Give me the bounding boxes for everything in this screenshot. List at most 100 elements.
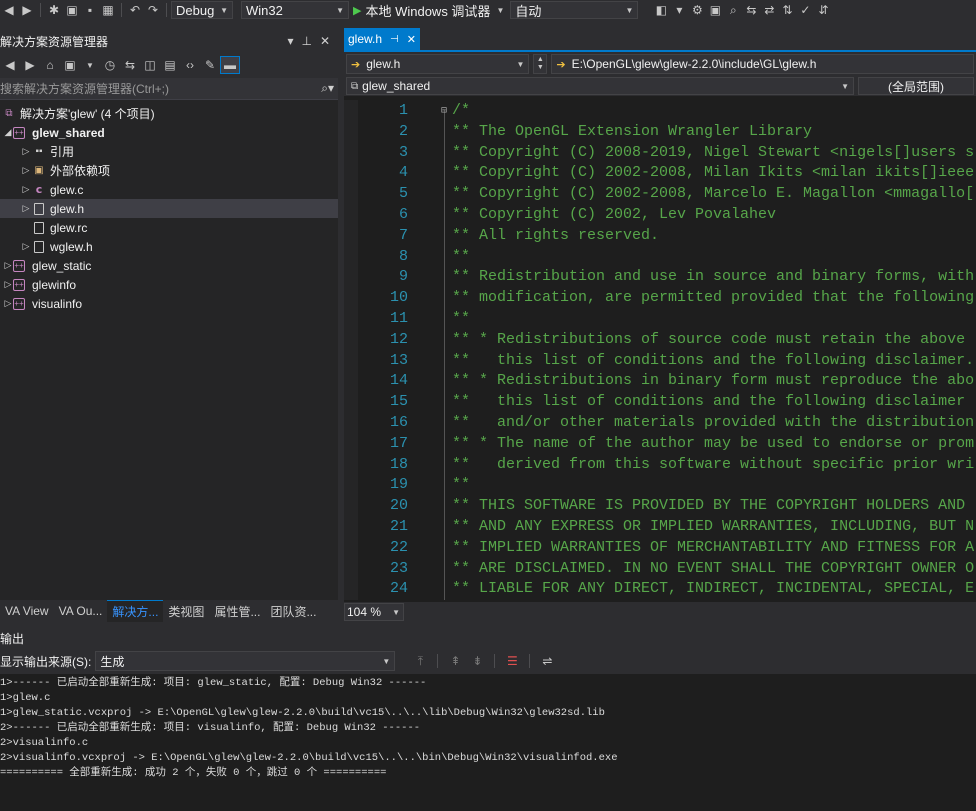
expand-right-icon[interactable]: ▷ (2, 260, 14, 271)
tab-solution-explorer[interactable]: 解决方... (107, 600, 164, 622)
global-scope-dropdown[interactable]: (全局范围) (858, 77, 974, 95)
code-line[interactable]: 1 ⊟/* (344, 100, 976, 121)
tool-icon[interactable]: ⚙ (688, 1, 706, 19)
solution-search-input[interactable]: 搜索解决方案资源管理器(Ctrl+;) ⌕▾ (0, 78, 338, 100)
forward-icon[interactable]: ▶ (20, 56, 40, 74)
code-line[interactable]: 24 ** LIABLE FOR ANY DIRECT, INDIRECT, IN… (344, 578, 976, 599)
search-icon[interactable]: ⌕▾ (321, 81, 334, 96)
code-line[interactable]: 16 ** and/or other materials provided wit… (344, 412, 976, 433)
code-line[interactable]: 12 ** * Redistributions of source code mu… (344, 329, 976, 350)
zoom-dropdown[interactable]: 104 % ▼ (344, 603, 404, 621)
code-line[interactable]: 5 ** Copyright (C) 2002-2008, Marcelo E. … (344, 183, 976, 204)
tree-item-refs[interactable]: ▷ ▪▪ 引用 (0, 142, 338, 161)
tool-icon[interactable]: ⌕ (724, 1, 742, 19)
code-line[interactable]: 10 ** modification, are permitted provide… (344, 287, 976, 308)
path-dropdown[interactable]: ➔ E:\OpenGL\glew\glew-2.2.0\include\GL\g… (551, 54, 974, 74)
tree-item-project-glew-shared[interactable]: ◢ ++ glew_shared (0, 123, 338, 142)
code-area[interactable]: 1 ⊟/* 2 ** The OpenGL Extension Wrangler Li… (344, 100, 976, 600)
tree-item-solution[interactable]: ⧉ 解决方案'glew' (4 个项目) (0, 104, 338, 123)
tab-va-view[interactable]: VA View (0, 600, 54, 622)
run-mode-dropdown[interactable]: 自动 ▼ (510, 1, 639, 19)
clear-all-icon[interactable]: ☰ (503, 652, 521, 670)
code-line[interactable]: 3 ** Copyright (C) 2008-2019, Nigel Stewa… (344, 142, 976, 163)
tree-item-project-visualinfo[interactable]: ▷ ++ visualinfo (0, 294, 338, 313)
tool-icon[interactable]: ⇵ (814, 1, 832, 19)
file-dropdown[interactable]: ➔ glew.h ▼ (346, 54, 530, 74)
undo-icon[interactable]: ↶ (126, 1, 144, 19)
tool-icon[interactable]: ⇆ (742, 1, 760, 19)
code-line[interactable]: 17 ** * The name of the author may be use… (344, 433, 976, 454)
tool-icon[interactable]: ◧ (652, 1, 670, 19)
code-line[interactable]: 8 ** (344, 246, 976, 267)
pending-changes-icon[interactable]: ◷ (100, 56, 120, 74)
spin-control[interactable]: ▲ ▼ (533, 54, 548, 74)
tool-icon[interactable]: ⇄ (760, 1, 778, 19)
dropdown-icon[interactable]: ▾ (287, 34, 293, 48)
save-icon[interactable]: ▪ (81, 1, 99, 19)
tab-va-outline[interactable]: VA Ou... (54, 600, 108, 622)
expand-right-icon[interactable]: ▷ (20, 146, 32, 157)
properties-icon[interactable]: ✎ (200, 56, 220, 74)
output-source-dropdown[interactable]: 生成 ▼ (95, 651, 396, 671)
output-text[interactable]: 1>------ 已启动全部重新生成: 项目: glew_static, 配置:… (0, 674, 976, 781)
code-line[interactable]: 6 ** Copyright (C) 2002, Lev Povalahev (344, 204, 976, 225)
sync-icon[interactable]: ⇆ (120, 56, 140, 74)
tree-item-glew-h[interactable]: ▷ glew.h (0, 199, 338, 218)
code-line[interactable]: 4 ** Copyright (C) 2002-2008, Milan Ikits… (344, 162, 976, 183)
tool-icon[interactable]: ▾ (670, 1, 688, 19)
code-line[interactable]: 2 ** The OpenGL Extension Wrangler Librar… (344, 121, 976, 142)
tree-item-project-glewinfo[interactable]: ▷ ++ glewinfo (0, 275, 338, 294)
code-line[interactable]: 22 ** IMPLIED WARRANTIES OF MERCHANTABILI… (344, 537, 976, 558)
code-line[interactable]: 11 ** (344, 308, 976, 329)
preview-icon[interactable]: ▬ (220, 56, 240, 74)
expand-right-icon[interactable]: ▷ (2, 298, 14, 309)
expand-right-icon[interactable]: ▷ (2, 279, 14, 290)
close-icon[interactable]: ✕ (407, 33, 416, 46)
expand-right-icon[interactable]: ▷ (20, 184, 32, 195)
tool-icon[interactable]: ⇅ (778, 1, 796, 19)
back-icon[interactable]: ◀ (0, 56, 20, 74)
platform-dropdown[interactable]: Win32 ▼ (241, 1, 349, 19)
pin-icon[interactable]: ⊣ (390, 34, 399, 45)
tree-item-glew-rc[interactable]: glew.rc (0, 218, 338, 237)
collapse-all-icon[interactable]: ◫ (140, 56, 160, 74)
tab-team-explorer[interactable]: 团队资... (265, 600, 321, 622)
previous-message-icon[interactable]: ⇞ (446, 652, 464, 670)
expand-right-icon[interactable]: ▷ (20, 165, 32, 176)
expand-right-icon[interactable]: ▷ (20, 203, 32, 214)
code-line[interactable]: 13 ** this list of conditions and the fol… (344, 350, 976, 371)
expand-down-icon[interactable]: ◢ (2, 127, 14, 138)
tool-icon[interactable]: ▣ (706, 1, 724, 19)
tool-icon[interactable]: ✓ (796, 1, 814, 19)
config-dropdown[interactable]: Debug ▼ (171, 1, 233, 19)
go-to-line-icon[interactable]: ⤒ (411, 652, 429, 670)
open-folder-icon[interactable]: ▣ (63, 1, 81, 19)
code-line[interactable]: 19 ** (344, 474, 976, 495)
back-icon[interactable]: ◀ (0, 1, 18, 19)
new-project-icon[interactable]: ✱ (45, 1, 63, 19)
tree-item-external-deps[interactable]: ▷ ▣ 外部依赖项 (0, 161, 338, 180)
code-line[interactable]: 14 ** * Redistributions in binary form mu… (344, 370, 976, 391)
code-line[interactable]: 9 ** Redistribution and use in source and… (344, 266, 976, 287)
switch-view-icon[interactable]: ▣ (60, 56, 80, 74)
collapse-icon[interactable]: ⊟ (436, 105, 452, 117)
show-all-files-icon[interactable]: ▤ (160, 56, 180, 74)
redo-icon[interactable]: ↷ (144, 1, 162, 19)
next-message-icon[interactable]: ⇟ (468, 652, 486, 670)
code-line[interactable]: 15 ** this list of conditions and the fol… (344, 391, 976, 412)
forward-icon[interactable]: ▶ (18, 1, 36, 19)
home-icon[interactable]: ⌂ (40, 56, 60, 74)
code-line[interactable]: 18 ** derived from this software without … (344, 454, 976, 475)
pin-icon[interactable]: ⊥ (301, 34, 311, 48)
code-line[interactable]: 21 ** AND ANY EXPRESS OR IMPLIED WARRANTI… (344, 516, 976, 537)
save-all-icon[interactable]: ▦ (99, 1, 117, 19)
tree-item-wglew-h[interactable]: ▷ wglew.h (0, 237, 338, 256)
close-icon[interactable]: ✕ (320, 34, 330, 48)
tree-item-project-glew-static[interactable]: ▷ ++ glew_static (0, 256, 338, 275)
run-debugger-button[interactable]: ▶ 本地 Windows 调试器 ▼ (349, 1, 508, 19)
project-scope-dropdown[interactable]: ⧉ glew_shared ▼ (346, 77, 854, 95)
word-wrap-icon[interactable]: ⇌ (538, 652, 556, 670)
code-line[interactable]: 23 ** ARE DISCLAIMED. IN NO EVENT SHALL T… (344, 558, 976, 579)
chevron-down-icon[interactable]: ▼ (80, 56, 100, 74)
code-line[interactable]: 7 ** All rights reserved. (344, 225, 976, 246)
